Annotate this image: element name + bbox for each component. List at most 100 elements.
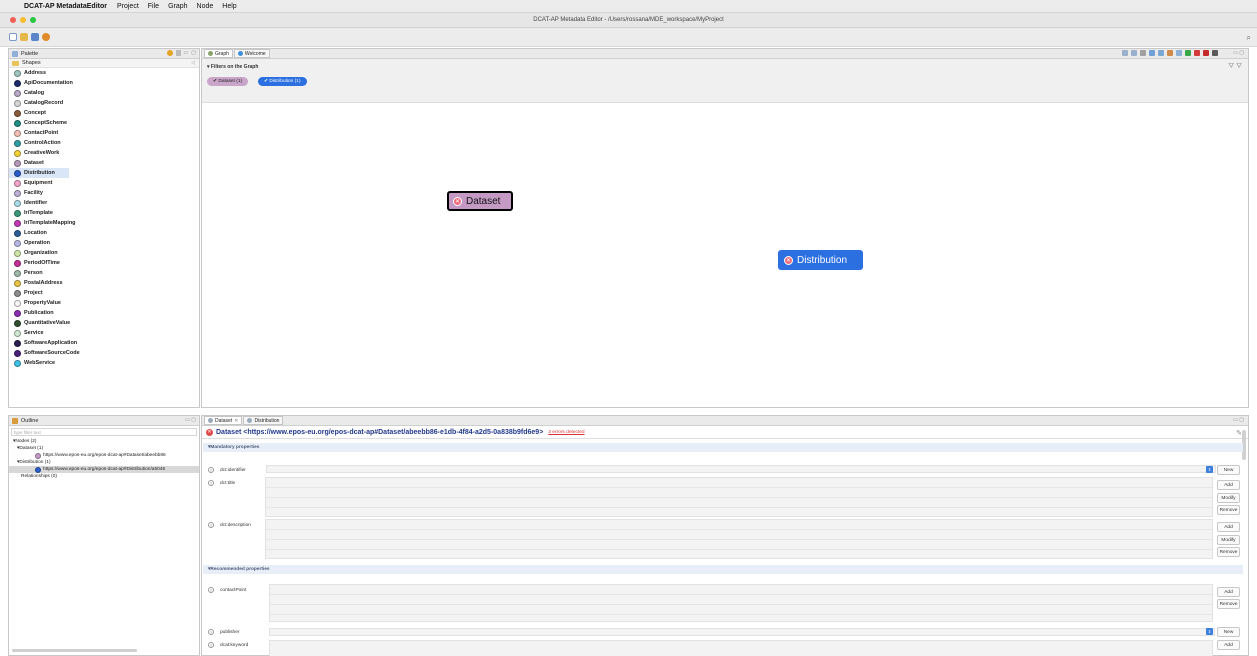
- export-icon[interactable]: [1176, 50, 1182, 56]
- palette-item-webservice[interactable]: WebService: [9, 358, 199, 368]
- identifier-new-button[interactable]: New: [1217, 465, 1240, 475]
- palette-item-conceptscheme[interactable]: ConceptScheme: [9, 118, 199, 128]
- node-dataset[interactable]: ✕ Dataset: [447, 191, 513, 211]
- description-add-button[interactable]: Add: [1217, 522, 1240, 532]
- palette-item-softwaresourcecode[interactable]: SoftwareSourceCode: [9, 348, 199, 358]
- tab-graph[interactable]: Graph: [204, 49, 233, 58]
- contact-point-add-button[interactable]: Add: [1217, 587, 1240, 597]
- search-icon[interactable]: ⌕: [1247, 33, 1251, 43]
- contact-point-remove-button[interactable]: Remove: [1217, 599, 1240, 609]
- palette-item-equipment[interactable]: Equipment: [9, 178, 199, 188]
- palette-item-catalogrecord[interactable]: CatalogRecord: [9, 98, 199, 108]
- palette-item-iritemplate[interactable]: IriTemplate: [9, 208, 199, 218]
- palette-item-creativework[interactable]: CreativeWork: [9, 148, 199, 158]
- layout-icon[interactable]: [1140, 50, 1146, 56]
- tab-distribution[interactable]: Distribution: [243, 416, 284, 425]
- view-controls[interactable]: ▭ ▢: [1233, 50, 1244, 56]
- collapse-icon[interactable]: ◁: [191, 60, 195, 66]
- help-icon[interactable]: ?: [208, 629, 214, 635]
- outline-filter-input[interactable]: type filter text: [11, 428, 197, 436]
- delete-all-icon[interactable]: [1203, 50, 1209, 56]
- tree-layout-icon[interactable]: [1149, 50, 1155, 56]
- palette-item-concept[interactable]: Concept: [9, 108, 199, 118]
- filter-pill-dataset[interactable]: ✔ Dataset (1): [207, 77, 249, 86]
- description-modify-button[interactable]: Modify: [1217, 535, 1240, 545]
- delete-icon[interactable]: [1194, 50, 1200, 56]
- palette-item-person[interactable]: Person: [9, 268, 199, 278]
- palette-item-service[interactable]: Service: [9, 328, 199, 338]
- palette-item-organization[interactable]: Organization: [9, 248, 199, 258]
- title-field[interactable]: [265, 477, 1213, 517]
- palette-item-dataset[interactable]: Dataset: [9, 158, 199, 168]
- contact-point-field[interactable]: [269, 584, 1213, 622]
- tree-nodes[interactable]: ▾ Nodes (2): [9, 438, 199, 445]
- palette-item-controlaction[interactable]: ControlAction: [9, 138, 199, 148]
- minimize-view-icon[interactable]: ▭: [184, 50, 189, 56]
- menu-graph[interactable]: Graph: [168, 3, 187, 10]
- publisher-new-button[interactable]: New: [1217, 627, 1240, 637]
- menu-file[interactable]: File: [148, 3, 159, 10]
- tree-distribution-item[interactable]: https://www.epos-eu.org/epos-dcat-ap#Dis…: [9, 466, 199, 473]
- palette-item-operation[interactable]: Operation: [9, 238, 199, 248]
- help-icon[interactable]: ?: [208, 522, 214, 528]
- menu-node[interactable]: Node: [197, 3, 214, 10]
- horizontal-scrollbar[interactable]: [12, 649, 137, 652]
- tree-distribution-group[interactable]: ▾ Distribution (1): [9, 459, 199, 466]
- tree-dataset-group[interactable]: ▾ Dataset (1): [9, 445, 199, 452]
- palette-item-distribution[interactable]: Distribution: [9, 168, 69, 178]
- help-icon[interactable]: ?: [208, 480, 214, 486]
- view-controls[interactable]: ▭ ▢: [185, 417, 196, 423]
- palette-item-publication[interactable]: Publication: [9, 308, 199, 318]
- menu-help[interactable]: Help: [222, 3, 236, 10]
- menu-project[interactable]: Project: [117, 3, 139, 10]
- document-icon[interactable]: [1212, 50, 1218, 56]
- help-icon[interactable]: ?: [208, 587, 214, 593]
- apple-icon[interactable]: [10, 1, 24, 11]
- open-folder-icon[interactable]: [20, 33, 28, 41]
- plugin-icon[interactable]: [42, 33, 50, 41]
- filter-icons[interactable]: ⛛ ⛛: [1228, 63, 1242, 71]
- new-file-icon[interactable]: [9, 33, 17, 41]
- palette-item-facility[interactable]: Facility: [9, 188, 199, 198]
- dropdown-arrow-icon[interactable]: ⇕: [1206, 466, 1213, 473]
- save-icon[interactable]: [31, 33, 39, 41]
- tab-welcome[interactable]: Welcome: [233, 49, 270, 58]
- palette-item-postaladdress[interactable]: PostalAddress: [9, 278, 199, 288]
- palette-item-location[interactable]: Location: [9, 228, 199, 238]
- help-icon[interactable]: ?: [208, 642, 214, 648]
- grid-layout-icon[interactable]: [1158, 50, 1164, 56]
- palette-item-apidocumentation[interactable]: ApiDocumentation: [9, 78, 199, 88]
- tree-relationships[interactable]: Relationships (0): [9, 473, 199, 480]
- maximize-view-icon[interactable]: ▢: [191, 50, 196, 56]
- palette-item-project[interactable]: Project: [9, 288, 199, 298]
- keyword-field[interactable]: [269, 640, 1213, 656]
- filter-pill-distribution[interactable]: ✔ Distribution (1): [258, 77, 307, 86]
- title-remove-button[interactable]: Remove: [1217, 505, 1240, 515]
- palette-item-iritemplatemapping[interactable]: IriTemplateMapping: [9, 218, 199, 228]
- tree-dataset-item[interactable]: https://www.epos-eu.org/epos-dcat-ap#Dat…: [9, 452, 199, 459]
- mandatory-section-header[interactable]: ▾ Mandatory properties: [203, 443, 1243, 452]
- menu-app-name[interactable]: DCAT-AP MetadataEditor: [24, 3, 107, 10]
- node-distribution[interactable]: ✕ Distribution: [778, 250, 863, 270]
- description-field[interactable]: [265, 519, 1213, 559]
- zoom-out-icon[interactable]: [1131, 50, 1137, 56]
- palette-item-catalog[interactable]: Catalog: [9, 88, 199, 98]
- keyword-add-button[interactable]: Add: [1217, 640, 1240, 650]
- edit-icon[interactable]: [1167, 50, 1173, 56]
- view-controls[interactable]: ▭ ▢: [1233, 417, 1244, 423]
- title-modify-button[interactable]: Modify: [1217, 493, 1240, 503]
- palette-item-quantitativevalue[interactable]: QuantitativeValue: [9, 318, 199, 328]
- help-icon[interactable]: ?: [208, 467, 214, 473]
- identifier-field[interactable]: [266, 465, 1216, 473]
- description-remove-button[interactable]: Remove: [1217, 547, 1240, 557]
- tab-dataset[interactable]: Dataset ✕: [204, 416, 243, 425]
- palette-item-contactpoint[interactable]: ContactPoint: [9, 128, 199, 138]
- dropdown-arrow-icon[interactable]: ⇕: [1206, 628, 1213, 635]
- palette-item-periodoftime[interactable]: PeriodOfTime: [9, 258, 199, 268]
- zoom-in-icon[interactable]: [1122, 50, 1128, 56]
- recommended-section-header[interactable]: ▾ Recommended properties: [203, 565, 1243, 574]
- view-menu-icon[interactable]: [175, 50, 181, 56]
- palette-item-identifier[interactable]: Identifier: [9, 198, 199, 208]
- filters-title[interactable]: ▾ Filters on the Graph: [207, 64, 258, 70]
- palette-item-address[interactable]: Address: [9, 68, 199, 78]
